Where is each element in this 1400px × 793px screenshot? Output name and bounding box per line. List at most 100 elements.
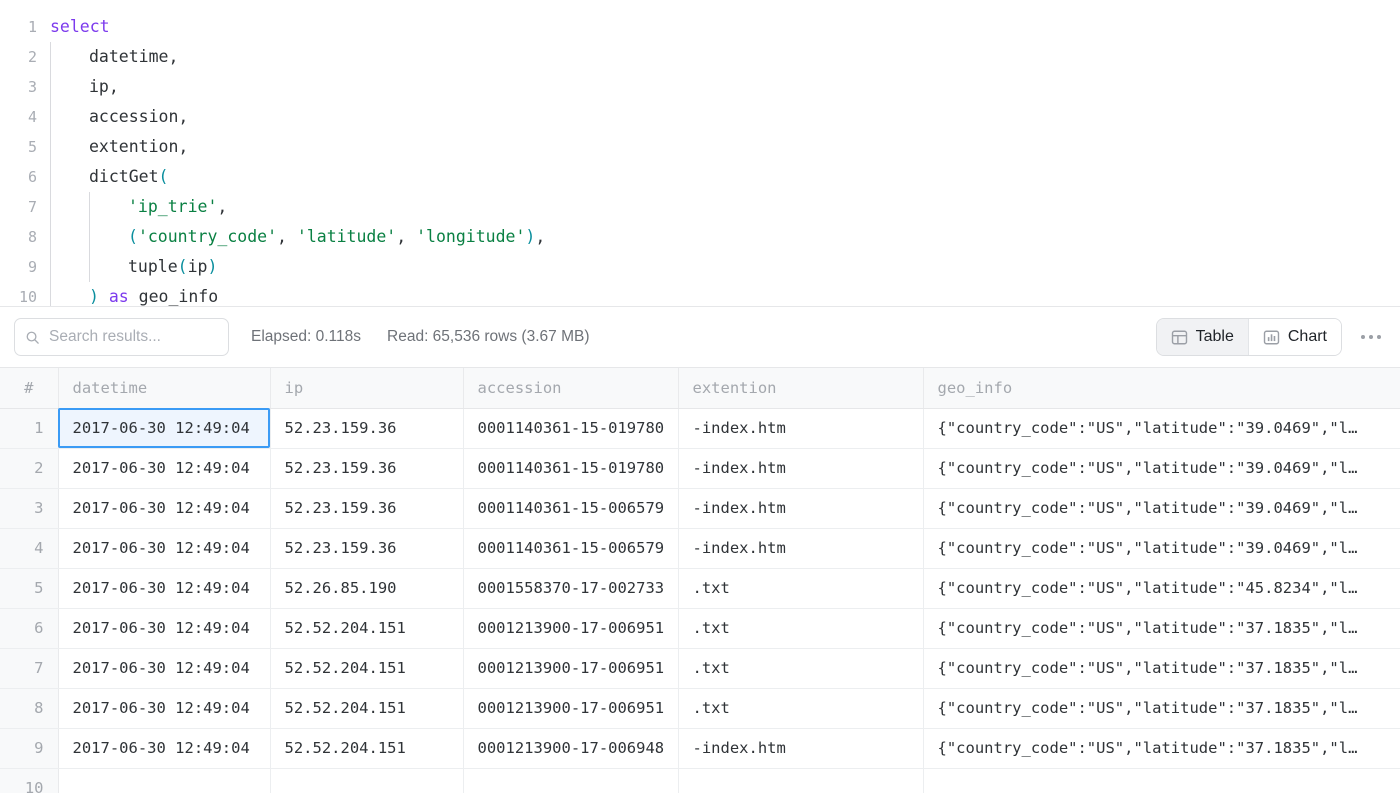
table-row[interactable]: 82017-06-30 12:49:0452.52.204.1510001213… xyxy=(0,688,1400,728)
code-line[interactable]: 6dictGet( xyxy=(0,162,1400,192)
token: ip xyxy=(89,77,109,96)
sql-editor[interactable]: 1select2datetime,3ip,4accession,5extenti… xyxy=(0,0,1400,307)
table-row[interactable]: 22017-06-30 12:49:0452.23.159.3600011403… xyxy=(0,448,1400,488)
cell-accession[interactable]: 0001140361-15-006579 xyxy=(463,528,678,568)
row-number: 6 xyxy=(0,608,58,648)
code-line[interactable]: 3ip, xyxy=(0,72,1400,102)
cell-extention[interactable] xyxy=(678,768,923,793)
table-row[interactable]: 72017-06-30 12:49:0452.52.204.1510001213… xyxy=(0,648,1400,688)
cell-geo_info[interactable]: {"country_code":"US","latitude":"39.0469… xyxy=(923,448,1400,488)
token: 'latitude' xyxy=(297,227,396,246)
cell-extention[interactable]: -index.htm xyxy=(678,448,923,488)
code-line[interactable]: 10) as geo_info xyxy=(0,282,1400,307)
code-tokens: dictGet( xyxy=(89,162,168,192)
cell-datetime[interactable]: 2017-06-30 12:49:04 xyxy=(58,648,270,688)
cell-datetime[interactable]: 2017-06-30 12:49:04 xyxy=(58,728,270,768)
cell-datetime[interactable]: 2017-06-30 12:49:04 xyxy=(58,528,270,568)
cell-geo_info[interactable]: {"country_code":"US","latitude":"39.0469… xyxy=(923,408,1400,448)
column-header-geoinfo[interactable]: geo_info xyxy=(923,368,1400,408)
cell-extention[interactable]: .txt xyxy=(678,608,923,648)
code-line[interactable]: 2datetime, xyxy=(0,42,1400,72)
code-text: datetime, xyxy=(40,42,1400,72)
indent-guide xyxy=(50,252,51,282)
cell-accession[interactable]: 0001140361-15-006579 xyxy=(463,488,678,528)
cell-ip[interactable]: 52.52.204.151 xyxy=(270,688,463,728)
cell-ip[interactable]: 52.23.159.36 xyxy=(270,408,463,448)
cell-extention[interactable]: -index.htm xyxy=(678,528,923,568)
cell-datetime[interactable]: 2017-06-30 12:49:04 xyxy=(58,688,270,728)
indent-guide xyxy=(50,102,51,132)
code-line[interactable]: 1select xyxy=(0,12,1400,42)
token xyxy=(99,287,109,306)
cell-extention[interactable]: -index.htm xyxy=(678,408,923,448)
column-header-datetime[interactable]: datetime xyxy=(58,368,270,408)
table-row[interactable]: 42017-06-30 12:49:0452.23.159.3600011403… xyxy=(0,528,1400,568)
token: geo_info xyxy=(129,287,218,306)
code-line[interactable]: 4accession, xyxy=(0,102,1400,132)
cell-accession[interactable]: 0001213900-17-006951 xyxy=(463,608,678,648)
cell-geo_info[interactable]: {"country_code":"US","latitude":"39.0469… xyxy=(923,528,1400,568)
table-header-row: # datetime ip accession extention geo_in… xyxy=(0,368,1400,408)
cell-ip[interactable]: 52.52.204.151 xyxy=(270,728,463,768)
table-row[interactable]: 92017-06-30 12:49:0452.52.204.1510001213… xyxy=(0,728,1400,768)
cell-ip[interactable]: 52.23.159.36 xyxy=(270,488,463,528)
cell-accession[interactable]: 0001213900-17-006951 xyxy=(463,648,678,688)
code-line[interactable]: 9tuple(ip) xyxy=(0,252,1400,282)
code-text: extention, xyxy=(40,132,1400,162)
cell-datetime[interactable]: 2017-06-30 12:49:04 xyxy=(58,488,270,528)
cell-ip[interactable]: 52.26.85.190 xyxy=(270,568,463,608)
cell-geo_info[interactable]: {"country_code":"US","latitude":"37.1835… xyxy=(923,728,1400,768)
tab-table[interactable]: Table xyxy=(1157,319,1248,355)
table-row[interactable]: 62017-06-30 12:49:0452.52.204.1510001213… xyxy=(0,608,1400,648)
column-header-rownum[interactable]: # xyxy=(0,368,58,408)
code-tokens: ('country_code', 'latitude', 'longitude'… xyxy=(128,222,545,252)
cell-ip[interactable]: 52.23.159.36 xyxy=(270,528,463,568)
cell-accession[interactable]: 0001140361-15-019780 xyxy=(463,408,678,448)
cell-datetime[interactable]: 2017-06-30 12:49:04 xyxy=(58,408,270,448)
tab-chart[interactable]: Chart xyxy=(1248,319,1341,355)
indent-guide xyxy=(50,162,51,192)
column-header-extention[interactable]: extention xyxy=(678,368,923,408)
code-line[interactable]: 7'ip_trie', xyxy=(0,192,1400,222)
column-header-accession[interactable]: accession xyxy=(463,368,678,408)
search-input[interactable]: Search results... xyxy=(14,318,229,356)
cell-ip[interactable] xyxy=(270,768,463,793)
elapsed-time: Elapsed: 0.118s xyxy=(251,328,361,346)
cell-ip[interactable]: 52.23.159.36 xyxy=(270,448,463,488)
cell-datetime[interactable]: 2017-06-30 12:49:04 xyxy=(58,608,270,648)
more-options-button[interactable] xyxy=(1356,322,1386,352)
cell-accession[interactable]: 0001213900-17-006948 xyxy=(463,728,678,768)
cell-geo_info[interactable] xyxy=(923,768,1400,793)
cell-accession[interactable]: 0001213900-17-006951 xyxy=(463,688,678,728)
cell-geo_info[interactable]: {"country_code":"US","latitude":"39.0469… xyxy=(923,488,1400,528)
cell-extention[interactable]: .txt xyxy=(678,568,923,608)
cell-ip[interactable]: 52.52.204.151 xyxy=(270,608,463,648)
table-row[interactable]: 10 xyxy=(0,768,1400,793)
cell-ip[interactable]: 52.52.204.151 xyxy=(270,648,463,688)
cell-geo_info[interactable]: {"country_code":"US","latitude":"37.1835… xyxy=(923,608,1400,648)
cell-datetime[interactable] xyxy=(58,768,270,793)
cell-accession[interactable]: 0001558370-17-002733 xyxy=(463,568,678,608)
cell-accession[interactable] xyxy=(463,768,678,793)
cell-geo_info[interactable]: {"country_code":"US","latitude":"37.1835… xyxy=(923,648,1400,688)
sql-editor-lines[interactable]: 1select2datetime,3ip,4accession,5extenti… xyxy=(0,12,1400,307)
cell-accession[interactable]: 0001140361-15-019780 xyxy=(463,448,678,488)
cell-datetime[interactable]: 2017-06-30 12:49:04 xyxy=(58,568,270,608)
code-line[interactable]: 5extention, xyxy=(0,132,1400,162)
cell-geo_info[interactable]: {"country_code":"US","latitude":"45.8234… xyxy=(923,568,1400,608)
cell-extention[interactable]: .txt xyxy=(678,648,923,688)
line-number: 4 xyxy=(0,102,40,132)
table-row[interactable]: 52017-06-30 12:49:0452.26.85.19000015583… xyxy=(0,568,1400,608)
cell-extention[interactable]: -index.htm xyxy=(678,488,923,528)
table-row[interactable]: 12017-06-30 12:49:0452.23.159.3600011403… xyxy=(0,408,1400,448)
cell-geo_info[interactable]: {"country_code":"US","latitude":"37.1835… xyxy=(923,688,1400,728)
cell-extention[interactable]: .txt xyxy=(678,688,923,728)
code-tokens: ) as geo_info xyxy=(89,282,218,307)
cell-extention[interactable]: -index.htm xyxy=(678,728,923,768)
code-line[interactable]: 8('country_code', 'latitude', 'longitude… xyxy=(0,222,1400,252)
results-table-container[interactable]: # datetime ip accession extention geo_in… xyxy=(0,367,1400,793)
row-number: 5 xyxy=(0,568,58,608)
table-row[interactable]: 32017-06-30 12:49:0452.23.159.3600011403… xyxy=(0,488,1400,528)
column-header-ip[interactable]: ip xyxy=(270,368,463,408)
cell-datetime[interactable]: 2017-06-30 12:49:04 xyxy=(58,448,270,488)
